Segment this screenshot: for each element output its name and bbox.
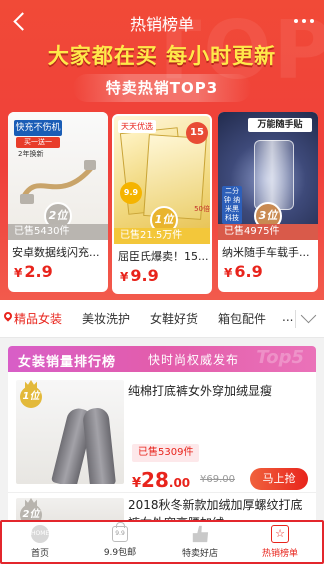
currency-symbol: ¥ <box>120 270 129 284</box>
banner-subtitle: 快时尚权威发布 <box>148 353 240 367</box>
product-tag: 二分钟 纳米黑科技 <box>222 186 242 224</box>
price-value: 6.9 <box>234 262 263 281</box>
sold-badge: 已售5309件 <box>132 444 200 462</box>
product-tag: 50倍 <box>194 205 210 213</box>
product-tag: 万能随手贴 <box>248 118 312 132</box>
bag-icon: 9.9 <box>112 522 128 542</box>
tabbar-label: 特卖好店 <box>181 549 218 559</box>
sold-count: 已售4975件 <box>218 224 318 240</box>
tabbar-home[interactable]: HOME 首页 <box>4 525 76 559</box>
product-price: ¥9.9 <box>120 266 159 285</box>
product-tag: 买一送一 <box>16 137 60 148</box>
product-tag: 15 <box>186 122 208 144</box>
home-icon: HOME <box>31 525 49 543</box>
price-decimal: .00 <box>168 476 191 490</box>
tab-bags[interactable]: 箱包配件 <box>218 310 266 327</box>
cable-image <box>20 160 96 204</box>
product-title: 纯棉打底裤女外穿加绒显瘦 <box>128 384 273 398</box>
banner-title: 女装销量排行榜 <box>18 355 117 370</box>
product-price: ¥2.9 <box>14 262 53 281</box>
buy-now-button[interactable]: 马上抢 <box>250 468 308 490</box>
price-integer: 28 <box>141 468 169 492</box>
tabbar-label: 首页 <box>30 549 49 559</box>
divider <box>8 492 316 493</box>
product-tag: 9.9 <box>120 182 142 204</box>
more-icon-dot <box>310 19 314 23</box>
cup-image <box>254 140 294 210</box>
product-tag: 快充不伤机 <box>14 120 62 136</box>
product-price: ¥28.00 <box>132 468 190 492</box>
list-item[interactable]: 1位 纯棉打底裤女外穿加绒显瘦 已售5309件 ¥28.00 ¥69.00 马上… <box>8 376 316 492</box>
currency-symbol: ¥ <box>14 266 23 280</box>
top3-cards: 快充不伤机 买一送一 2年换新 2位 已售5430件 安卓数据线闪充... ¥2… <box>8 112 318 297</box>
product-tag: 天天优选 <box>118 120 156 133</box>
section-banner: 女装销量排行榜 快时尚权威发布 Top5 <box>8 346 316 372</box>
chevron-down-icon[interactable] <box>300 307 317 324</box>
sold-count: 已售5430件 <box>8 224 108 240</box>
price-value: 9.9 <box>130 266 159 285</box>
tabbar-good-shops[interactable]: 特卖好店 <box>164 525 236 559</box>
page-title: 热销榜单 <box>129 15 194 34</box>
nav-bar: 热销榜单 <box>0 0 324 44</box>
tabbar-free-shipping[interactable]: 9.9 9.9包邮 <box>84 522 156 558</box>
subline: 特卖热销TOP3 <box>73 74 251 102</box>
currency-symbol: ¥ <box>132 476 142 491</box>
tab-women-shoes[interactable]: 女鞋好货 <box>150 310 198 327</box>
ranking-icon: ☆ <box>271 525 289 543</box>
product-name: 安卓数据线闪充... <box>12 246 100 259</box>
category-tabs: 精品女装 美妆洗护 女鞋好货 箱包配件 ... <box>0 300 324 338</box>
tab-divider <box>295 310 296 328</box>
rank-medal-icon: 1位 <box>18 380 44 408</box>
tab-women-clothing[interactable]: 精品女装 <box>14 310 62 327</box>
top-card-2[interactable]: 快充不伤机 买一送一 2年换新 2位 已售5430件 安卓数据线闪充... ¥2… <box>8 112 108 292</box>
more-icon-dot <box>294 19 298 23</box>
top-card-3[interactable]: 万能随手贴 二分钟 纳米黑科技 3位 已售4975件 纳米随手车载手... ¥6… <box>218 112 318 292</box>
tabbar-label: 9.9包邮 <box>103 548 137 558</box>
headline: 大家都在买 每小时更新 <box>47 44 277 68</box>
banner-watermark: Top5 <box>256 347 304 368</box>
more-button[interactable] <box>294 12 314 30</box>
original-price: ¥69.00 <box>200 474 235 485</box>
rank-label: 1位 <box>20 386 42 408</box>
product-name: 纳米随手车载手... <box>222 246 310 259</box>
product-name: 屈臣氏爆卖！15... <box>118 250 209 263</box>
product-price: ¥6.9 <box>224 262 263 281</box>
location-pin-icon <box>2 310 14 322</box>
top-card-1[interactable]: 天天优选 15 9.9 50倍 1位 已售21.5万件 屈臣氏爆卖！15... … <box>112 114 212 294</box>
tabbar-hot-ranking[interactable]: ☆ 热销榜单 <box>244 525 316 559</box>
thumb-icon <box>192 525 209 543</box>
hero-header: TOP 热销榜单 大家都在买 每小时更新 特卖热销TOP3 快充不伤机 买一送一… <box>0 0 324 300</box>
tab-beauty[interactable]: 美妆洗护 <box>82 310 130 327</box>
tab-more[interactable]: ... <box>282 310 293 324</box>
tabbar-label: 热销榜单 <box>261 549 298 559</box>
leggings-image <box>81 406 117 484</box>
currency-symbol: ¥ <box>224 266 233 280</box>
sold-count: 已售21.5万件 <box>114 228 210 244</box>
bottom-tab-bar: HOME 首页 9.9 9.9包邮 特卖好店 ☆ 热销榜单 <box>0 520 324 564</box>
more-icon-dot <box>302 19 306 23</box>
price-value: 2.9 <box>24 262 53 281</box>
